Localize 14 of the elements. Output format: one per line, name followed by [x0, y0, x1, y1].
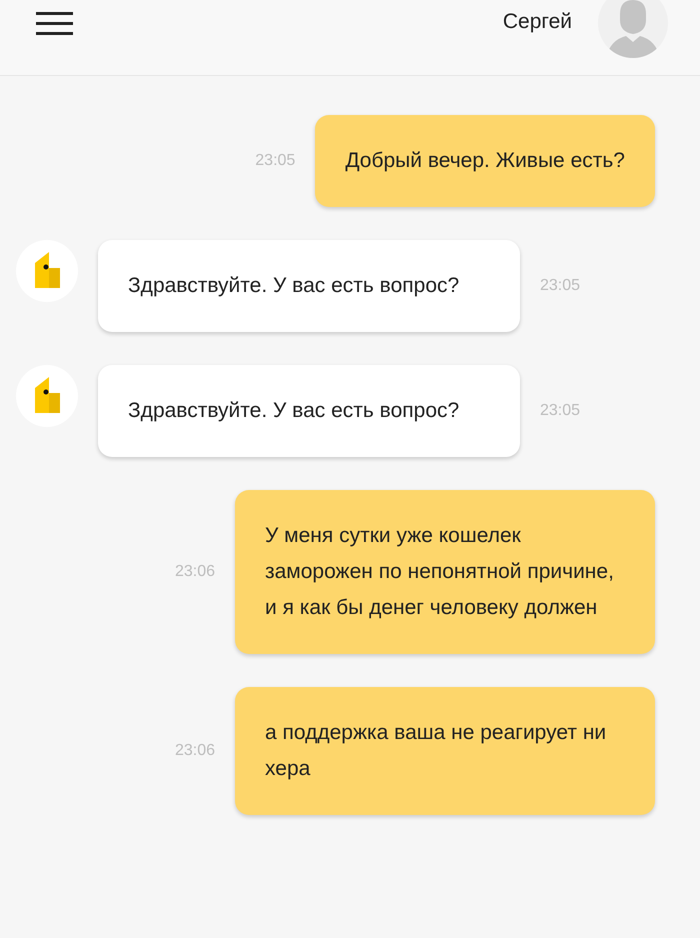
wallet-icon — [33, 252, 61, 290]
message-time: 23:06 — [174, 742, 215, 760]
wallet-icon — [33, 377, 61, 415]
message-time: 23:05 — [540, 277, 580, 295]
user-name: Сергей — [502, 10, 572, 34]
message-time: 23:06 — [174, 563, 215, 581]
incoming-message: Здравствуйте. У вас есть вопрос? — [98, 240, 520, 332]
message-time: 23:05 — [540, 402, 580, 420]
outgoing-message: а поддержка ваша не реагирует ни хера — [235, 687, 655, 815]
message-time: 23:05 — [255, 152, 296, 170]
incoming-message: Здравствуйте. У вас есть вопрос? — [98, 365, 520, 457]
menu-icon[interactable] — [36, 12, 73, 35]
outgoing-message: Добрый вечер. Живые есть? — [315, 115, 655, 207]
outgoing-message: У меня сутки уже кошелек заморожен по непонятной причине, и я как бы денег человеку должен — [235, 490, 655, 654]
